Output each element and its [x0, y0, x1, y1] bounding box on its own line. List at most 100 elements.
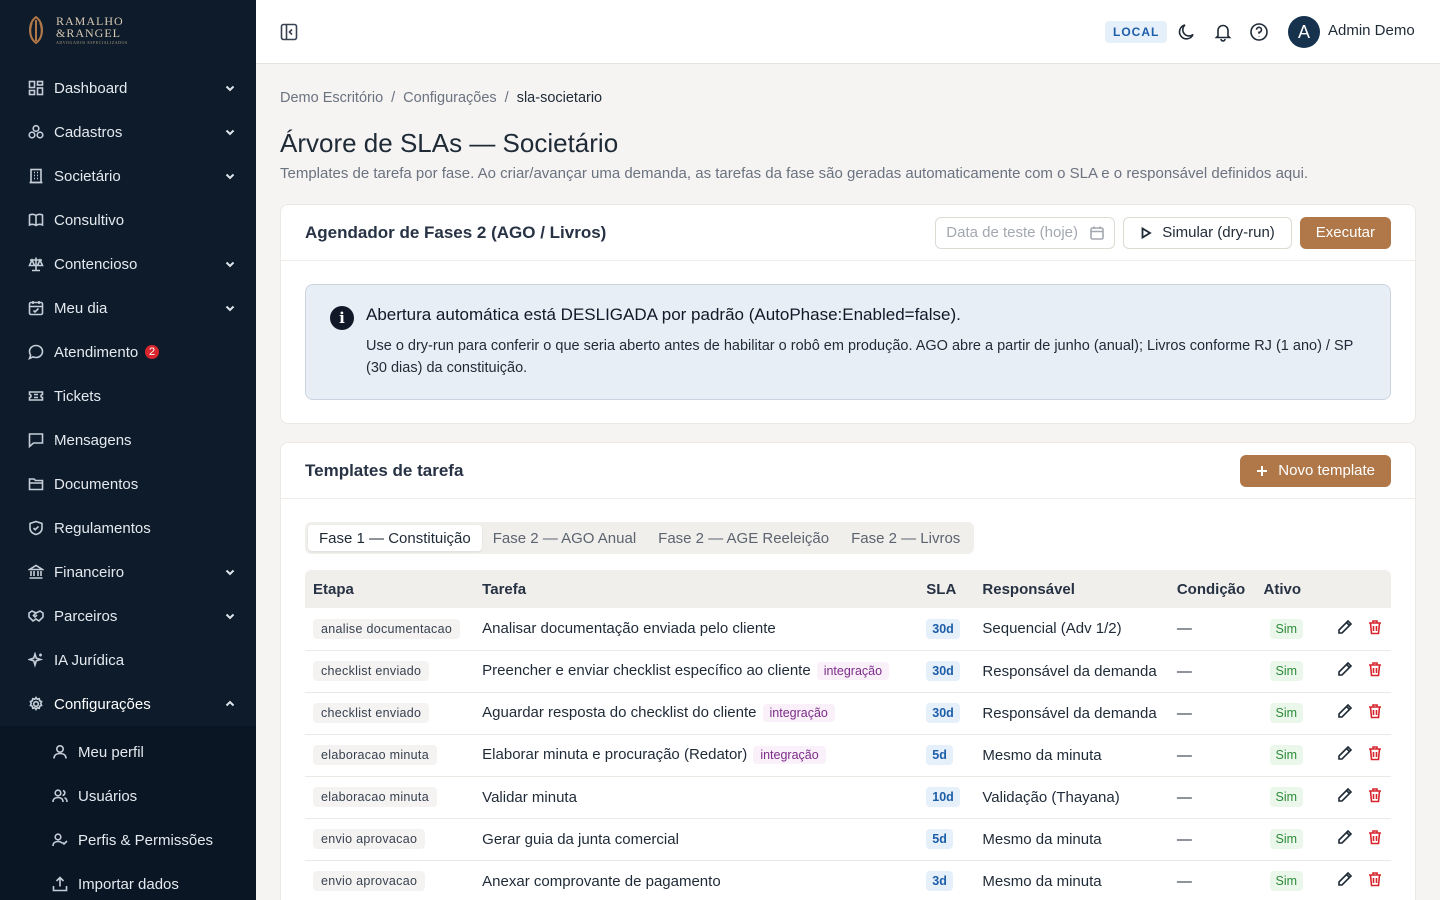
cell-responsavel: Mesmo da minuta: [974, 818, 1169, 861]
delete-trash-icon[interactable]: [1367, 787, 1383, 803]
sidebar-subitem-label: Perfis & Permissões: [78, 831, 214, 849]
brand[interactable]: RAMALHO &RANGEL ADVOGADOS ESPECIALIZADOS: [0, 0, 256, 60]
sidebar-item-label: Regulamentos: [54, 519, 151, 537]
sidebar-item-label: Dashboard: [54, 79, 128, 97]
edit-pencil-icon[interactable]: [1337, 619, 1353, 635]
edit-pencil-icon[interactable]: [1337, 787, 1353, 803]
sidebar-item-societario[interactable]: Societário: [0, 154, 256, 198]
cell-condicao: —: [1168, 860, 1256, 900]
column-header-responsavel: Responsável: [982, 580, 1075, 598]
sidebar-item-mensagens[interactable]: Mensagens: [0, 418, 256, 462]
active-badge: Sim: [1269, 745, 1304, 765]
sidebar-subitem-meu-perfil[interactable]: Meu perfil: [0, 730, 256, 774]
templates-card-header: Templates de tarefa Novo template: [281, 443, 1415, 499]
edit-pencil-icon[interactable]: [1337, 745, 1353, 761]
test-date-input[interactable]: Data de teste (hoje): [935, 216, 1116, 249]
cell-tarefa: Validar minuta: [474, 776, 919, 819]
main-content: Demo Escritório / Configurações / sla-so…: [256, 64, 1440, 900]
table-row: elaboracao minuta Validar minuta 10d Valida…: [305, 776, 1391, 819]
cell-ativo: Sim: [1255, 692, 1315, 735]
cell-sla: 30d: [918, 608, 975, 651]
scheduler-card-header: Agendador de Fases 2 (AGO / Livros) Data…: [281, 205, 1415, 261]
sidebar-item-regulamentos[interactable]: Regulamentos: [0, 506, 256, 550]
sidebar-item-documentos[interactable]: Documentos: [0, 462, 256, 506]
sidebar-item-label: Parceiros: [54, 607, 118, 625]
tab-fase-1-constituicao[interactable]: Fase 1 — Constituição: [308, 525, 482, 551]
info-alert-text: Use o dry-run para conferir o que seria …: [366, 338, 1354, 376]
simulate-button[interactable]: Simular (dry-run): [1123, 216, 1292, 249]
edit-pencil-icon[interactable]: [1337, 829, 1353, 845]
sidebar-item-configuracoes[interactable]: Configurações: [0, 682, 256, 726]
active-badge: Sim: [1269, 618, 1304, 639]
cell-ativo: Sim: [1255, 776, 1315, 819]
breadcrumb-link-configuracoes[interactable]: Configurações: [403, 90, 497, 108]
user-name[interactable]: Admin Demo: [1328, 22, 1415, 39]
sidebar-item-financeiro[interactable]: Financeiro: [0, 550, 256, 594]
avatar[interactable]: A: [1288, 16, 1320, 48]
sidebar-item-contencioso[interactable]: Contencioso: [0, 242, 256, 286]
breadcrumb-separator: /: [391, 90, 396, 106]
page-title: Árvore de SLAs — Societário: [280, 128, 619, 158]
sidebar-subitem-usuarios[interactable]: Usuários: [0, 774, 256, 818]
delete-trash-icon[interactable]: [1367, 871, 1383, 887]
configuracoes-submenu: Meu perfil Usuários Perfis & Permissões …: [0, 726, 256, 900]
sidebar-item-cadastros[interactable]: Cadastros: [0, 110, 256, 154]
bell-icon[interactable]: [1213, 22, 1233, 42]
delete-trash-icon[interactable]: [1367, 829, 1383, 845]
help-icon[interactable]: [1249, 22, 1269, 42]
sidebar-item-meu-dia[interactable]: Meu dia: [0, 286, 256, 330]
delete-trash-icon[interactable]: [1367, 703, 1383, 719]
dashboard-icon: [28, 80, 44, 96]
active-badge: Sim: [1269, 787, 1304, 807]
moon-icon[interactable]: [1177, 22, 1197, 42]
sidebar-nav: Dashboard Cadastros Societário Consultiv…: [0, 66, 256, 726]
edit-pencil-icon[interactable]: [1337, 871, 1353, 887]
edit-pencil-icon[interactable]: [1337, 661, 1353, 677]
cell-etapa: envio aprovacao: [305, 818, 475, 861]
sidebar-item-label: Financeiro: [54, 563, 125, 581]
sidebar-subitem-perfis-permissoes[interactable]: Perfis & Permissões: [0, 818, 256, 862]
chevron-down-icon: [224, 302, 236, 314]
edit-pencil-icon[interactable]: [1337, 703, 1353, 719]
delete-trash-icon[interactable]: [1367, 619, 1383, 635]
tab-fase-2-ago-anual[interactable]: Fase 2 — AGO Anual: [482, 525, 647, 551]
sidebar-item-label: Meu dia: [54, 299, 108, 317]
task-text: Aguardar resposta do checklist do client…: [482, 704, 757, 721]
tab-fase-2-age-reeleicao[interactable]: Fase 2 — AGE Reeleição: [647, 525, 840, 551]
sidebar-subitem-importar-dados[interactable]: Importar dados: [0, 862, 256, 900]
building-icon: [28, 168, 44, 184]
sidebar-item-consultivo[interactable]: Consultivo: [0, 198, 256, 242]
info-icon: i: [330, 306, 354, 330]
sla-badge: 30d: [926, 618, 960, 639]
sidebar-item-label: Configurações: [54, 695, 151, 713]
sidebar-item-parceiros[interactable]: Parceiros: [0, 594, 256, 638]
cell-responsavel: Responsável da demanda: [974, 650, 1169, 693]
cell-actions: [1315, 734, 1391, 777]
sidebar-item-atendimento[interactable]: Atendimento 2: [0, 330, 256, 374]
cell-responsavel: Sequencial (Adv 1/2): [974, 608, 1169, 651]
sidebar-item-tickets[interactable]: Tickets: [0, 374, 256, 418]
delete-trash-icon[interactable]: [1367, 661, 1383, 677]
gear-icon: [28, 696, 44, 712]
folder-icon: [28, 476, 44, 492]
execute-button[interactable]: Executar: [1299, 216, 1391, 249]
stage-chip: analise documentacao: [313, 618, 461, 639]
sidebar: RAMALHO &RANGEL ADVOGADOS ESPECIALIZADOS…: [0, 0, 256, 900]
ticket-icon: [28, 388, 44, 404]
tab-fase-2-livros[interactable]: Fase 2 — Livros: [840, 525, 971, 551]
brand-line-3: ADVOGADOS ESPECIALIZADOS: [56, 40, 128, 45]
stage-chip: elaboracao minuta: [313, 745, 437, 765]
sla-badge: 5d: [926, 829, 953, 849]
sidebar-toggle-icon[interactable]: [280, 23, 298, 41]
sidebar-subitem-label: Importar dados: [78, 875, 179, 893]
scheduler-card-body: i Abertura automática está DESLIGADA por…: [281, 261, 1415, 423]
sidebar-item-dashboard[interactable]: Dashboard: [0, 66, 256, 110]
sidebar-item-ia-juridica[interactable]: IA Jurídica: [0, 638, 256, 682]
table-header-row: Etapa Tarefa SLA Responsável Condição At…: [305, 570, 1391, 608]
bank-icon: [28, 564, 44, 580]
delete-trash-icon[interactable]: [1367, 745, 1383, 761]
book-icon: [28, 212, 44, 228]
breadcrumb-link-escritorio[interactable]: Demo Escritório: [280, 90, 383, 108]
sidebar-item-label: Cadastros: [54, 123, 123, 141]
new-template-button[interactable]: Novo template: [1240, 454, 1391, 487]
